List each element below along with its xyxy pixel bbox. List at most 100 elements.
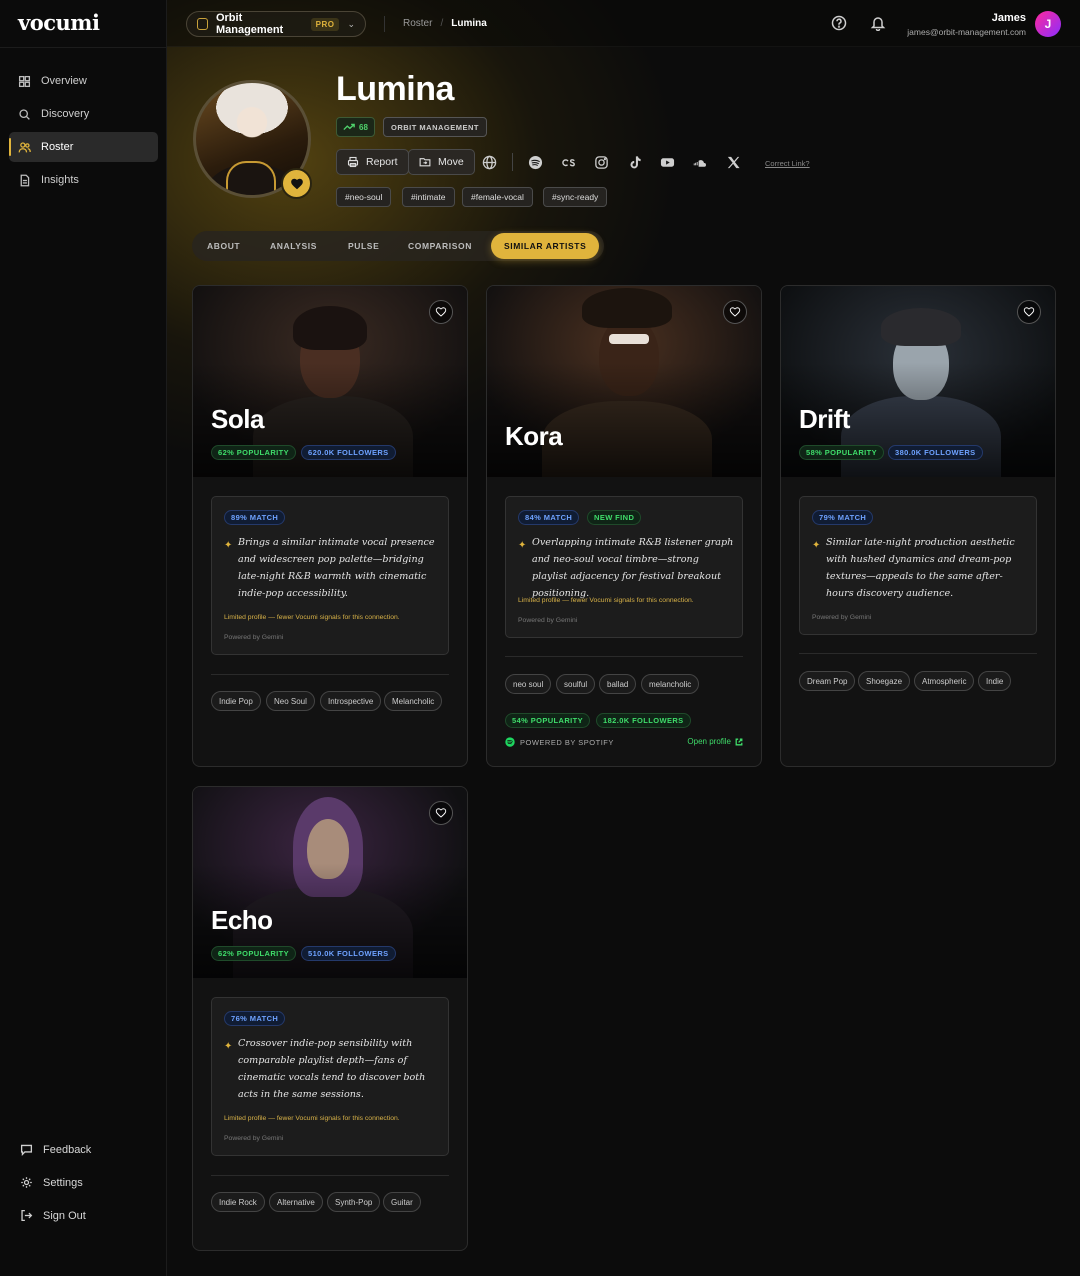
- similar-artist-card[interactable]: Echo 62% POPULARITY 510.0K FOLLOWERS 76%…: [192, 786, 468, 1251]
- tab-comparison[interactable]: COMPARISON: [408, 231, 472, 261]
- powered-by-spotify: POWERED BY SPOTIFY: [505, 737, 614, 747]
- report-button[interactable]: Report: [336, 149, 409, 175]
- management-badge: ORBIT MANAGEMENT: [383, 117, 487, 137]
- move-label: Move: [438, 156, 464, 168]
- favorite-button[interactable]: [281, 168, 312, 199]
- sparkle-icon: ✦: [224, 1041, 233, 1052]
- sidebar-item-discovery[interactable]: Discovery: [9, 99, 158, 129]
- genre-chip: Alternative: [269, 1192, 323, 1212]
- heart-icon: [435, 307, 447, 317]
- card-artist-name: Echo: [211, 905, 273, 935]
- soundcloud-link[interactable]: [692, 154, 708, 170]
- tab-pulse[interactable]: PULSE: [348, 231, 379, 261]
- tab-similar-artists[interactable]: SIMILAR ARTISTS: [491, 233, 600, 259]
- user-email: james@orbit-management.com: [907, 27, 1026, 37]
- genre-chip: Neo Soul: [266, 691, 315, 711]
- grid-icon: [18, 75, 31, 87]
- website-link[interactable]: [481, 154, 497, 170]
- spotify-link[interactable]: [527, 154, 543, 170]
- logout-icon: [21, 1209, 33, 1222]
- breadcrumb-roster[interactable]: Roster: [403, 18, 432, 29]
- open-profile-link[interactable]: Open profile: [687, 737, 743, 746]
- match-insight-box: 84% MATCH NEW FIND ✦ Overlapping intimat…: [505, 496, 743, 638]
- user-avatar[interactable]: J: [1035, 11, 1061, 37]
- favorite-button[interactable]: [723, 300, 747, 324]
- building-icon: [197, 18, 208, 30]
- powered-by-gemini: Powered by Gemini: [518, 617, 578, 624]
- genre-chip: neo soul: [505, 674, 552, 694]
- favorite-button[interactable]: [429, 801, 453, 825]
- chevron-down-icon: ⌄: [347, 18, 355, 29]
- card-artist-name: Sola: [211, 404, 264, 434]
- popularity-badge: 62% POPULARITY: [211, 445, 297, 460]
- open-profile-label: Open profile: [687, 737, 731, 746]
- x-twitter-link[interactable]: [725, 154, 741, 170]
- match-badge: 84% MATCH: [518, 510, 580, 525]
- heart-icon: [435, 808, 447, 818]
- limited-profile-note: Limited profile — fewer Vocumi signals f…: [518, 597, 694, 604]
- sign-out-button[interactable]: Sign Out: [20, 1209, 86, 1222]
- lastfm-link[interactable]: [560, 154, 576, 170]
- favorite-button[interactable]: [1017, 300, 1041, 324]
- genre-chip: Indie Rock: [211, 1192, 265, 1212]
- soundcloud-icon: [693, 159, 706, 167]
- match-insight-text: Brings a similar intimate vocal presence…: [238, 537, 435, 599]
- feedback-label: Feedback: [43, 1143, 92, 1156]
- app-logo[interactable]: vocumi: [18, 10, 100, 35]
- feedback-button[interactable]: Feedback: [20, 1143, 91, 1156]
- chat-icon: [20, 1144, 33, 1156]
- tag-chip[interactable]: #sync-ready: [543, 187, 608, 207]
- sidebar-item-insights[interactable]: Insights: [9, 165, 158, 195]
- users-icon: [18, 141, 31, 152]
- genre-chip: Introspective: [320, 691, 382, 711]
- external-link-icon: [735, 738, 743, 745]
- notifications-button[interactable]: [870, 15, 886, 32]
- gear-icon: [21, 1177, 32, 1188]
- new-find-badge: NEW FIND: [587, 510, 642, 525]
- tag-chip[interactable]: #female-vocal: [462, 187, 533, 207]
- card-artist-name: Kora: [505, 421, 563, 451]
- move-button[interactable]: Move: [408, 149, 475, 175]
- tiktok-link[interactable]: [626, 154, 642, 170]
- tiktok-icon: [629, 155, 641, 168]
- tab-about[interactable]: ABOUT: [207, 231, 240, 261]
- genre-chip: Atmospheric: [914, 671, 975, 691]
- help-icon: [831, 15, 847, 31]
- sidebar-item-label: Roster: [41, 141, 74, 153]
- favorite-button[interactable]: [429, 300, 453, 324]
- help-button[interactable]: [831, 15, 847, 31]
- sidebar-item-roster[interactable]: Roster: [9, 132, 158, 162]
- breadcrumb: Roster / Lumina: [403, 18, 487, 29]
- limited-profile-note: Limited profile — fewer Vocumi signals f…: [224, 1115, 400, 1122]
- folder-move-icon: [419, 158, 431, 167]
- sidebar-item-label: Insights: [41, 174, 79, 186]
- match-badge: 79% MATCH: [812, 510, 874, 525]
- youtube-link[interactable]: [659, 154, 675, 170]
- sparkle-icon: ✦: [812, 540, 821, 551]
- report-label: Report: [366, 156, 398, 168]
- popularity-badge: 58% POPULARITY: [799, 445, 885, 460]
- powered-by-gemini: Powered by Gemini: [812, 614, 872, 621]
- org-switcher[interactable]: Orbit Management PRO ⌄: [186, 11, 366, 37]
- match-insight-box: 76% MATCH ✦ Crossover indie-pop sensibil…: [211, 997, 449, 1156]
- card-artist-name: Drift: [799, 404, 850, 434]
- instagram-link[interactable]: [593, 154, 609, 170]
- similar-artist-card[interactable]: Kora 84% MATCH NEW FIND ✦ Overlapping in…: [486, 285, 762, 767]
- match-insight-text: Crossover indie-pop sensibility with com…: [238, 1038, 426, 1100]
- tag-chip[interactable]: #neo-soul: [336, 187, 392, 207]
- match-insight-text: Overlapping intimate R&B listener graph …: [532, 537, 734, 599]
- youtube-icon: [660, 157, 674, 167]
- card-divider: [799, 653, 1037, 654]
- correct-link[interactable]: Correct Link?: [765, 159, 810, 168]
- bell-icon: [870, 17, 886, 32]
- tag-chip[interactable]: #intimate: [402, 187, 455, 207]
- instagram-icon: [594, 155, 608, 169]
- sidebar-item-overview[interactable]: Overview: [9, 66, 158, 96]
- genre-chip: Guitar: [383, 1192, 421, 1212]
- similar-artist-card[interactable]: Drift 58% POPULARITY 380.0K FOLLOWERS 79…: [780, 285, 1056, 767]
- org-name: Orbit Management: [215, 12, 284, 36]
- similar-artist-card[interactable]: Sola 62% POPULARITY 620.0K FOLLOWERS 89%…: [192, 285, 468, 767]
- tab-analysis[interactable]: ANALYSIS: [270, 231, 317, 261]
- heart-icon: [1023, 307, 1035, 317]
- settings-button[interactable]: Settings: [20, 1176, 83, 1189]
